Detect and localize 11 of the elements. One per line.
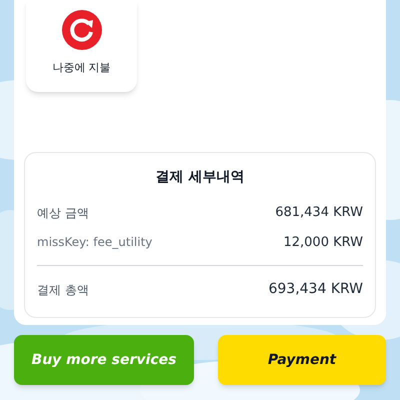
refresh-icon <box>62 10 102 50</box>
payment-button[interactable]: Payment <box>218 335 386 385</box>
payment-option-card[interactable]: 나중에 지불 <box>26 0 137 92</box>
details-title: 결제 세부내역 <box>156 168 244 187</box>
line-amount: 681,434 KRW <box>275 204 363 222</box>
line-label: 결제 총액 <box>37 282 89 298</box>
line-amount: 12,000 KRW <box>283 234 363 252</box>
line-label: 예상 금액 <box>37 204 89 222</box>
line-amount: 693,434 KRW <box>268 280 363 299</box>
option-label: 나중에 지불 <box>52 60 111 76</box>
line-label: missKey: fee_utility <box>37 234 152 252</box>
